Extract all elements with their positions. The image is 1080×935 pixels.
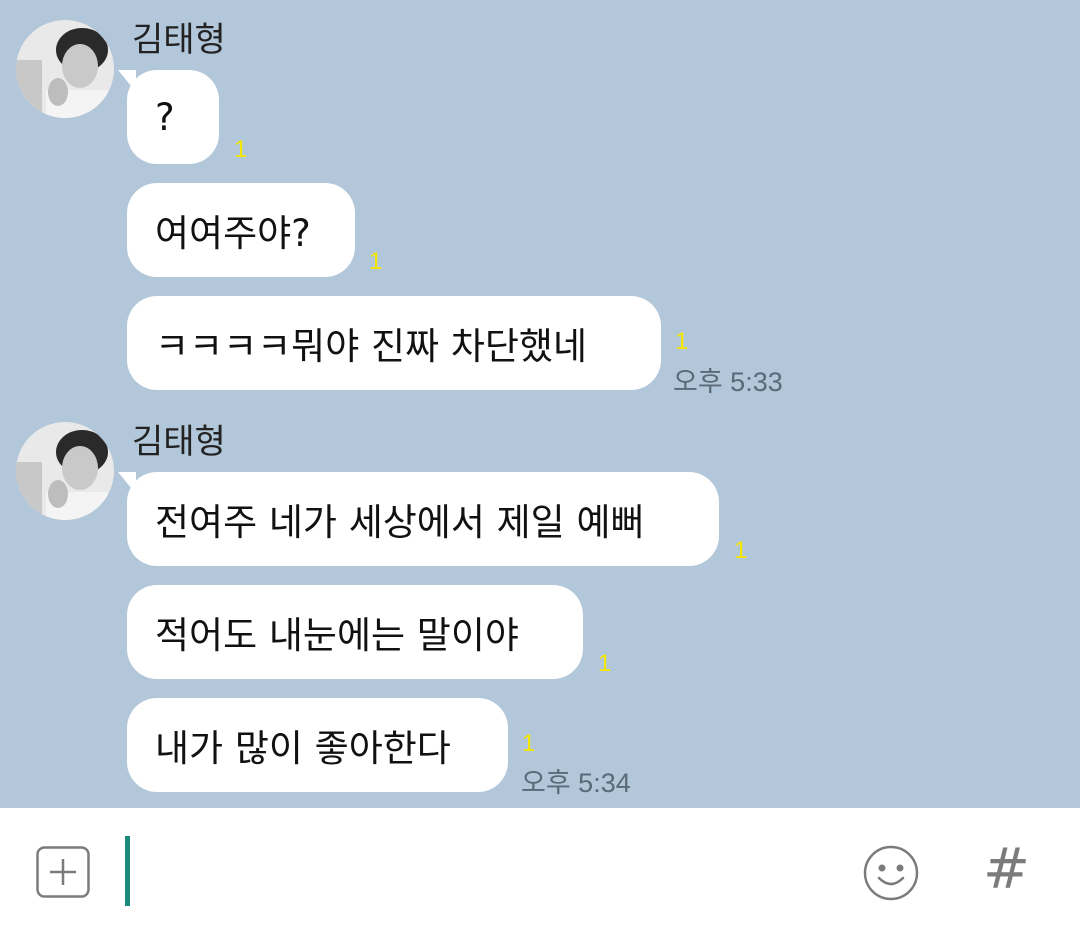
message-text: 적어도 내눈에는 말이야 xyxy=(155,614,519,657)
sender-name: 김태형 xyxy=(132,20,226,60)
message-text: 여여주야? xyxy=(155,212,311,255)
message-bubble[interactable]: ? xyxy=(118,70,219,164)
message-bubble[interactable]: 내가 많이 좋아한다 xyxy=(127,698,508,792)
sender-avatar[interactable] xyxy=(16,422,114,520)
plus-square-icon xyxy=(36,846,90,898)
message-bubble[interactable]: 전여주 네가 세상에서 제일 예뻐 xyxy=(118,472,719,566)
sender-name: 김태형 xyxy=(132,422,226,462)
message-text: ㅋㅋㅋㅋ뭐야 진짜 차단했네 xyxy=(155,325,588,368)
unread-count: 1 xyxy=(234,136,248,163)
message-time: 오후 5:34 xyxy=(521,768,631,798)
unread-count: 1 xyxy=(598,650,612,677)
emoji-button[interactable] xyxy=(862,844,920,902)
attach-button[interactable] xyxy=(36,846,90,898)
unread-count: 1 xyxy=(734,537,748,564)
message-text: ? xyxy=(155,95,175,139)
smiley-icon xyxy=(863,845,919,901)
message-text: 내가 많이 좋아한다 xyxy=(155,727,451,770)
message-bubble[interactable]: 적어도 내눈에는 말이야 xyxy=(127,585,583,679)
message-time: 오후 5:33 xyxy=(673,367,783,397)
avatar-photo-icon xyxy=(16,422,114,520)
unread-count: 1 xyxy=(675,328,689,355)
sender-avatar[interactable] xyxy=(16,20,114,118)
hashtag-search-button[interactable]: # xyxy=(983,838,1030,902)
message-bubble[interactable]: ㅋㅋㅋㅋ뭐야 진짜 차단했네 xyxy=(127,296,661,390)
avatar-photo-icon xyxy=(16,20,114,118)
message-text: 전여주 네가 세상에서 제일 예뻐 xyxy=(155,501,645,544)
unread-count: 1 xyxy=(522,730,536,757)
message-bubble[interactable]: 여여주야? xyxy=(127,183,355,277)
message-list[interactable]: 김태형 ? 1 여여주야? 1 ㅋㅋㅋㅋ뭐야 진짜 차단했네 1 오후 5:33… xyxy=(0,0,1080,808)
chat-screen: 김태형 ? 1 여여주야? 1 ㅋㅋㅋㅋ뭐야 진짜 차단했네 1 오후 5:33… xyxy=(0,0,1080,935)
unread-count: 1 xyxy=(369,248,383,275)
text-input-cursor[interactable] xyxy=(125,836,130,906)
